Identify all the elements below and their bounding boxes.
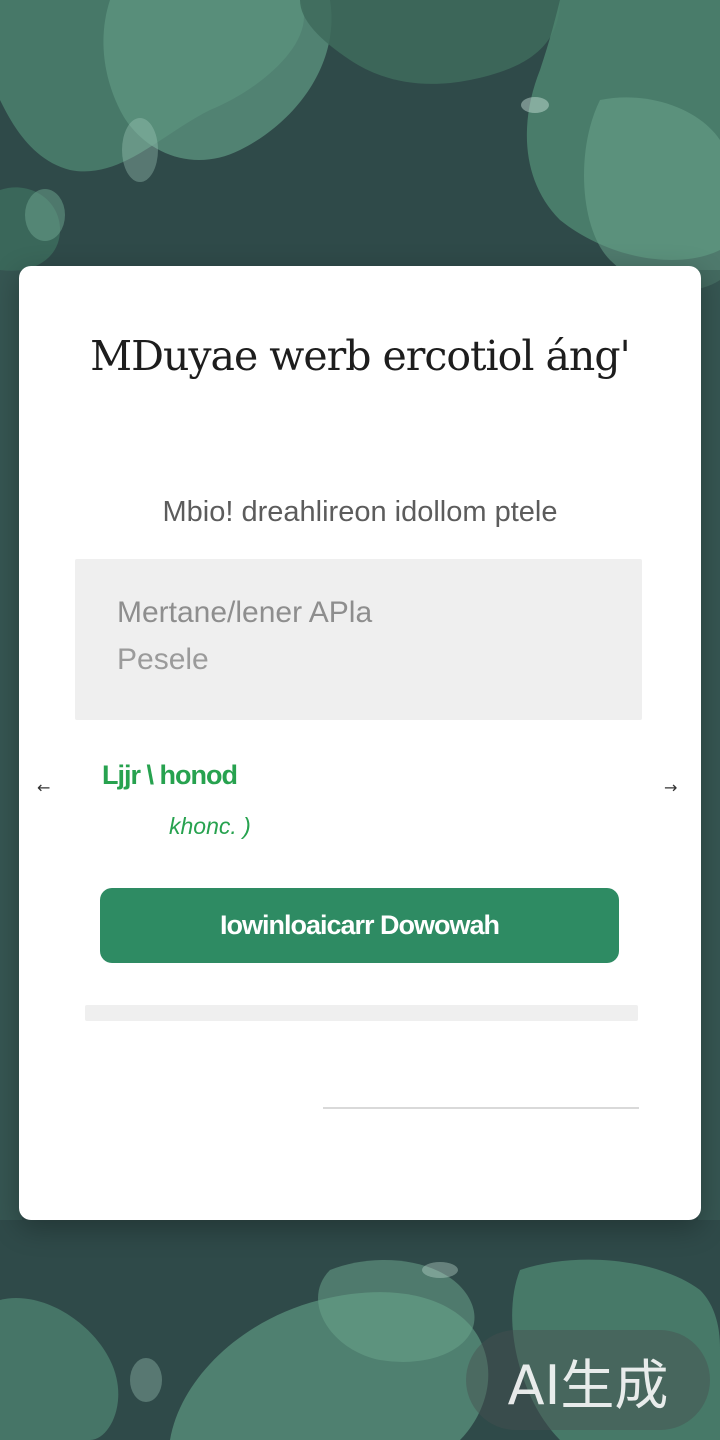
progress-bar-placeholder	[85, 1005, 638, 1021]
divider	[323, 1107, 639, 1109]
dialog-title: MDuyae werb ercotiol áng'	[90, 332, 631, 380]
primary-link[interactable]: Ljjr \ honod	[102, 760, 238, 791]
download-button[interactable]: Iowinloaicarr Dowowah	[100, 888, 619, 963]
dialog-card: MDuyae werb ercotiol áng' Mbio! dreahlir…	[19, 266, 701, 1220]
secondary-link[interactable]: khonc. )	[169, 813, 251, 840]
arrow-left-icon[interactable]: ←	[37, 778, 50, 797]
field-text-line-1: Mertane/lener APla	[117, 596, 373, 629]
text-input-field[interactable]: Mertane/lener APla Pesele	[75, 559, 642, 720]
ai-generated-watermark: AI生成	[466, 1330, 710, 1430]
field-text-line-2: Pesele	[117, 643, 209, 676]
arrow-right-icon[interactable]: →	[664, 778, 677, 797]
dialog-subtitle: Mbio! dreahlireon idollom ptele	[162, 496, 558, 528]
